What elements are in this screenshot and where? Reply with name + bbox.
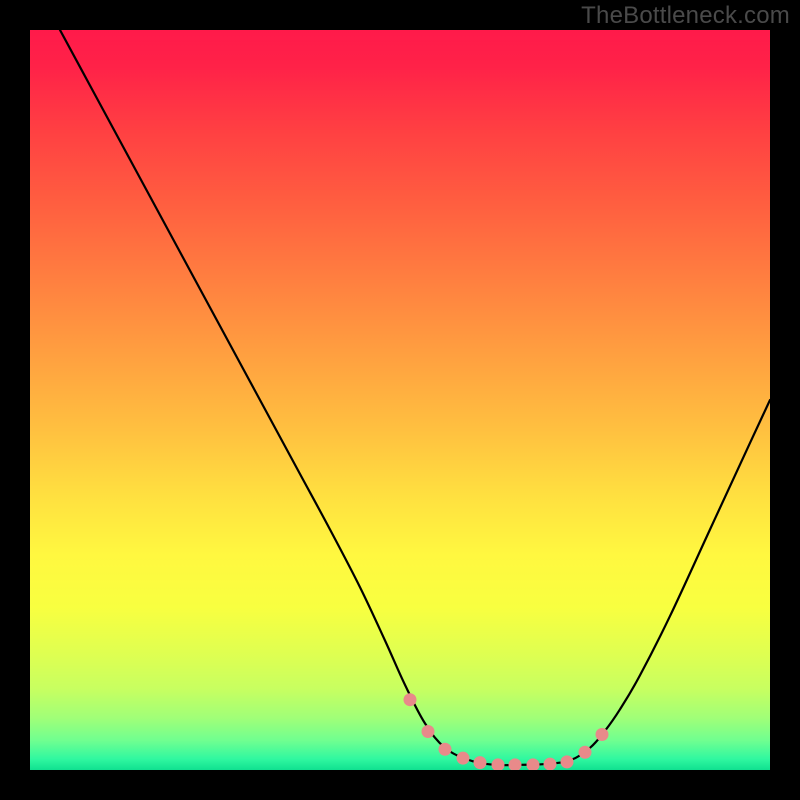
- recommendation-dot: [509, 758, 522, 770]
- plot-area: [30, 30, 770, 770]
- recommendation-dot: [596, 728, 609, 741]
- recommendation-dot: [544, 758, 557, 770]
- recommendation-dot: [579, 746, 592, 759]
- recommendation-dot: [492, 758, 505, 770]
- recommendation-dot: [457, 752, 470, 765]
- recommendation-dot: [561, 755, 574, 768]
- watermark: TheBottleneck.com: [581, 2, 790, 30]
- recommendation-dot: [422, 725, 435, 738]
- recommendation-dot: [439, 743, 452, 756]
- recommendation-dot: [527, 758, 540, 770]
- recommendation-dots: [30, 30, 770, 770]
- chart-frame: TheBottleneck.com: [0, 0, 800, 800]
- recommendation-dot: [474, 756, 487, 769]
- recommendation-dot: [404, 693, 417, 706]
